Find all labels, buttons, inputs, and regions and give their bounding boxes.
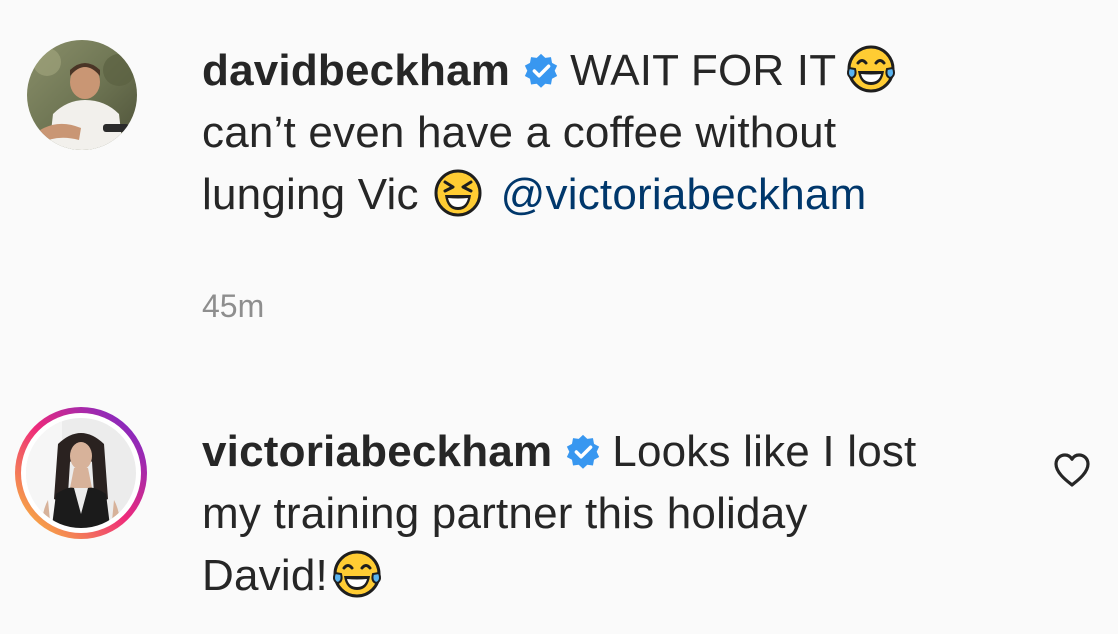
- comment-text-1: Looks like I lost: [612, 427, 917, 476]
- comment-victoriabeckham: victoriabeckham Looks like I lost my trai…: [0, 0, 1118, 634]
- comment-text-3: David!: [202, 551, 328, 600]
- comment-line-2: my training partner this holiday: [202, 489, 808, 538]
- username-victoriabeckham[interactable]: victoriabeckham: [202, 427, 552, 476]
- comments-panel: davidbeckham WAIT FOR IT can’t even have …: [0, 0, 1118, 634]
- face-with-tears-of-joy-icon: [332, 549, 382, 599]
- comment-line-1: victoriabeckham Looks like I lost: [202, 421, 916, 483]
- like-heart-icon[interactable]: [1052, 451, 1092, 489]
- comment-body: victoriabeckham Looks like I lost my trai…: [202, 421, 916, 607]
- avatar-victoriabeckham-story-ring[interactable]: [12, 404, 150, 542]
- verified-badge-icon: [564, 426, 602, 469]
- comment-line-3: David!: [202, 545, 916, 607]
